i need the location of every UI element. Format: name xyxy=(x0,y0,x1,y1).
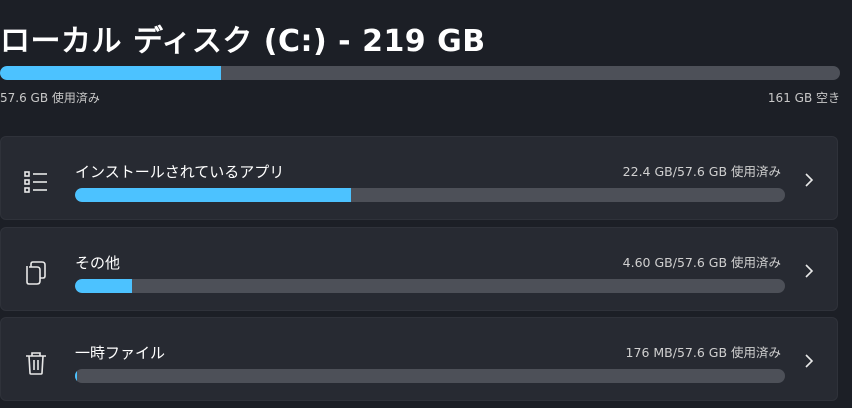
free-space-label: 161 GB 空き xyxy=(767,91,840,105)
chevron-right-icon xyxy=(803,354,815,368)
category-installed-apps[interactable]: インストールされているアプリ 22.4 GB/57.6 GB 使用済み xyxy=(0,136,838,220)
page-title: ローカル ディスク (C:) - 219 GB xyxy=(0,24,486,59)
drive-usage-fill xyxy=(0,66,221,80)
category-usage: 176 MB/57.6 GB 使用済み xyxy=(625,345,781,360)
app-list-icon xyxy=(23,169,49,195)
category-usage-fill xyxy=(75,188,352,202)
category-usage: 22.4 GB/57.6 GB 使用済み xyxy=(622,164,781,179)
category-temp-files[interactable]: 一時ファイル 176 MB/57.6 GB 使用済み xyxy=(0,317,838,401)
chevron-right-icon xyxy=(803,173,815,187)
category-usage-fill xyxy=(75,369,78,383)
category-usage: 4.60 GB/57.6 GB 使用済み xyxy=(622,255,781,270)
category-other[interactable]: その他 4.60 GB/57.6 GB 使用済み xyxy=(0,227,838,311)
drive-usage-bar xyxy=(0,66,840,80)
document-icon xyxy=(23,260,49,286)
trash-icon xyxy=(23,350,49,376)
category-usage-bar xyxy=(75,188,785,202)
category-name: インストールされているアプリ xyxy=(75,163,285,181)
category-usage-fill xyxy=(75,279,132,293)
chevron-right-icon xyxy=(803,264,815,278)
category-name: その他 xyxy=(75,254,121,272)
used-space-label: 57.6 GB 使用済み xyxy=(0,91,100,105)
category-usage-bar xyxy=(75,369,785,383)
category-name: 一時ファイル xyxy=(75,344,166,362)
storage-page: ローカル ディスク (C:) - 219 GB 57.6 GB 使用済み 161… xyxy=(0,0,852,408)
category-usage-bar xyxy=(75,279,785,293)
